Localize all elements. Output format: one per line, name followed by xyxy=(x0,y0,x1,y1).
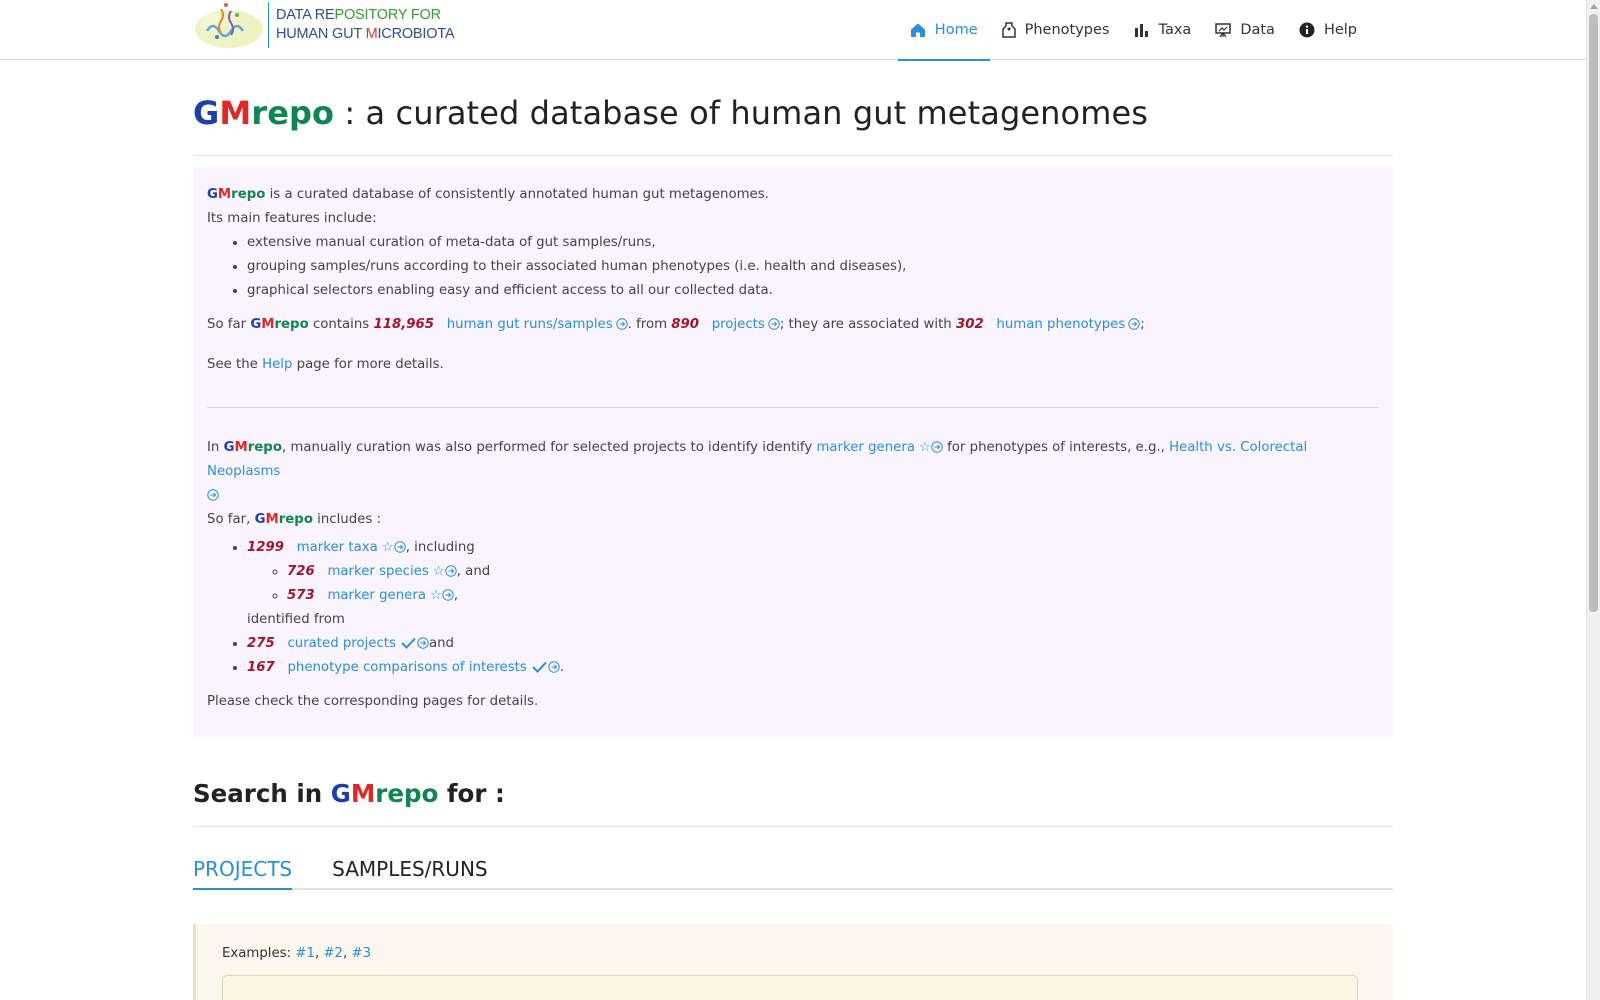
star-icon: ☆ xyxy=(429,588,442,603)
intro-line2: Its main features include: xyxy=(207,211,377,226)
nav-data[interactable]: Data xyxy=(1203,0,1287,60)
help-link[interactable]: Help xyxy=(262,357,292,372)
marker-list: 1299 marker taxa☆, including 726 marker … xyxy=(247,536,1379,680)
marker-taxa-link[interactable]: marker taxa ☆ xyxy=(297,540,406,555)
feature-list: extensive manual curation of meta-data o… xyxy=(247,231,1379,303)
runs-count: 118,965 xyxy=(373,317,435,332)
arrow-circle-right-icon xyxy=(768,318,780,330)
check-icon xyxy=(401,637,416,649)
marker-genera-link-inline[interactable]: marker genera ☆ xyxy=(816,440,943,455)
arrow-circle-right-icon xyxy=(393,541,406,553)
list-item: grouping samples/runs according to their… xyxy=(247,255,1379,279)
nav-phenotypes[interactable]: Phenotypes xyxy=(990,0,1122,60)
phenotypes-count: 302 xyxy=(955,317,984,332)
site-logo[interactable]: DATA REPOSITORY FOR HUMAN GUT MICROBIOTA xyxy=(193,0,455,50)
nav-taxa[interactable]: Taxa xyxy=(1122,0,1204,60)
please-check-line: Please check the corresponding pages for… xyxy=(207,694,539,709)
stats-line: So far GMrepo contains 118,965 human gut… xyxy=(207,317,1145,332)
arrow-circle-right-icon xyxy=(445,565,457,577)
star-icon: ☆ xyxy=(381,540,394,555)
search-tabs: PROJECTS SAMPLES/RUNS xyxy=(193,857,1393,890)
list-item: 1299 marker taxa☆, including 726 marker … xyxy=(247,536,1379,632)
arrow-circle-right-icon xyxy=(417,637,429,649)
list-item: 726 marker species☆, and xyxy=(287,560,1379,584)
brand-name: GMrepo xyxy=(193,94,335,132)
intro-panel: GMrepo is a curated database of consiste… xyxy=(193,167,1393,737)
marker-species-link[interactable]: marker species ☆ xyxy=(327,564,457,579)
main-content: GMrepo : a curated database of human gut… xyxy=(193,60,1393,1000)
list-item: 167 phenotype comparisons of interests. xyxy=(247,656,1379,680)
list-item: extensive manual curation of meta-data o… xyxy=(247,231,1379,255)
nav-home[interactable]: Home xyxy=(897,0,990,61)
home-icon xyxy=(910,22,926,38)
info-icon xyxy=(1299,22,1315,38)
list-item: graphical selectors enabling easy and ef… xyxy=(247,279,1379,303)
search-heading: Search in GMrepo for : xyxy=(193,737,1393,827)
top-header: DATA REPOSITORY FOR HUMAN GUT MICROBIOTA… xyxy=(0,0,1586,61)
query-builder-input[interactable] xyxy=(222,975,1358,1000)
intro-line1: GMrepo is a curated database of consiste… xyxy=(207,187,769,202)
page-scrollbar[interactable] xyxy=(1586,0,1600,1000)
projects-count: 890 xyxy=(671,317,700,332)
star-icon: ☆ xyxy=(918,440,931,455)
arrow-circle-right-icon xyxy=(931,441,943,453)
example-link-1[interactable]: #1 xyxy=(295,946,315,961)
section-divider xyxy=(207,407,1379,408)
main-nav: Home Phenotypes Taxa Data Help xyxy=(897,0,1369,61)
bar-chart-icon xyxy=(1134,22,1150,38)
human-phenotypes-link[interactable]: human phenotypes xyxy=(996,317,1140,332)
markers-intro: In GMrepo, manually curation was also pe… xyxy=(207,436,1379,508)
nav-help[interactable]: Help xyxy=(1287,0,1369,60)
projects-link[interactable]: projects xyxy=(712,317,780,332)
examples-line: Examples: #1, #2, #3 xyxy=(222,946,372,961)
arrow-circle-right-icon xyxy=(442,589,454,601)
markers-sofar: So far, GMrepo includes : xyxy=(207,512,381,527)
search-panel: Examples: #1, #2, #3 xyxy=(193,924,1393,1000)
scroll-up-arrow-icon[interactable] xyxy=(1590,4,1598,9)
tab-projects[interactable]: PROJECTS xyxy=(193,857,293,890)
arrow-circle-right-icon xyxy=(1128,318,1140,330)
arrow-circle-right-icon xyxy=(207,489,219,501)
help-line: See the Help page for more details. xyxy=(207,357,444,372)
scrollbar-thumb[interactable] xyxy=(1589,14,1598,612)
tag-icon xyxy=(1001,22,1016,38)
example-link-3[interactable]: #3 xyxy=(351,946,371,961)
arrow-circle-right-icon xyxy=(548,661,560,673)
arrow-circle-right-icon xyxy=(615,318,628,330)
check-icon xyxy=(532,661,547,673)
logo-text: DATA REPOSITORY FOR HUMAN GUT MICROBIOTA xyxy=(276,7,455,42)
page-title: GMrepo : a curated database of human gut… xyxy=(193,60,1393,156)
example-link-2[interactable]: #2 xyxy=(323,946,343,961)
star-icon: ☆ xyxy=(432,564,445,579)
presentation-icon xyxy=(1215,22,1232,38)
microbiota-logo-icon xyxy=(195,3,263,48)
runs-samples-link[interactable]: human gut runs/samples xyxy=(447,317,628,332)
logo-divider xyxy=(268,2,269,48)
list-item: 573 marker genera☆, xyxy=(287,584,1379,608)
marker-genera-link[interactable]: marker genera ☆ xyxy=(327,588,454,603)
list-item: 275 curated projectsand xyxy=(247,632,1379,656)
tab-samples-runs[interactable]: SAMPLES/RUNS xyxy=(332,857,487,888)
phenotype-comparisons-link[interactable]: phenotype comparisons of interests xyxy=(287,660,560,675)
curated-projects-link[interactable]: curated projects xyxy=(287,636,429,651)
